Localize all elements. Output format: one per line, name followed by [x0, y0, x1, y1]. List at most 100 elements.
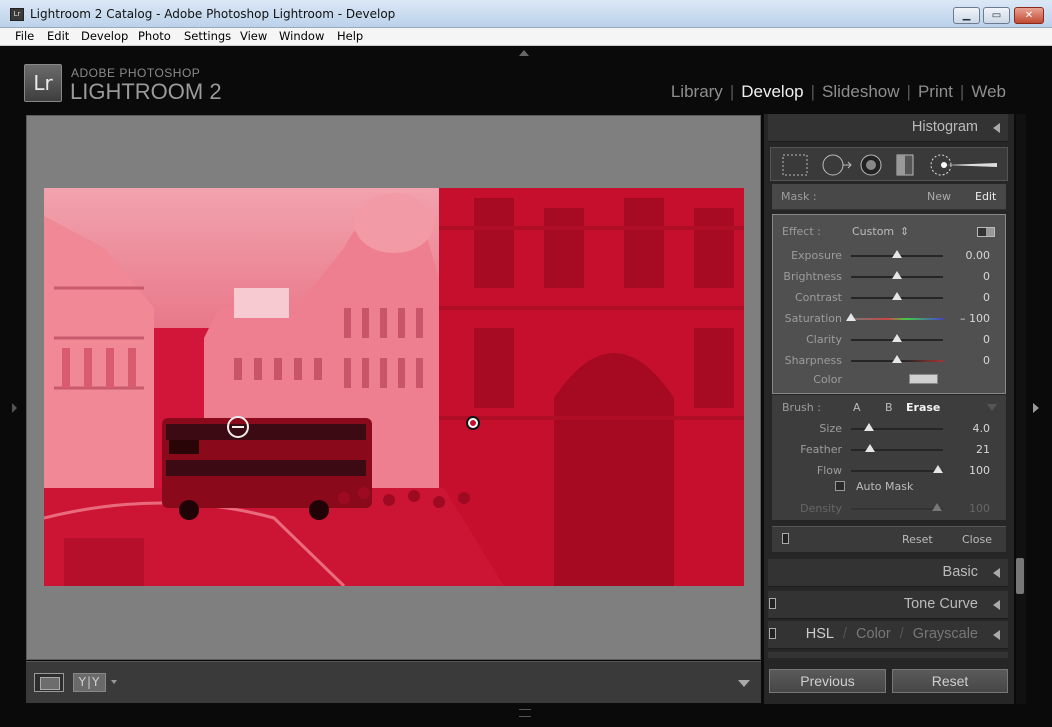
clarity-slider-thumb[interactable]	[892, 334, 902, 342]
previous-button[interactable]: Previous	[769, 669, 886, 693]
saturation-value[interactable]: – 100	[950, 312, 990, 325]
brush-panel-collapse-icon[interactable]	[987, 404, 997, 411]
tone-curve-title: Tone Curve	[903, 596, 978, 612]
brush-b-button[interactable]: B	[885, 401, 893, 414]
hsl-panel-header[interactable]: HSL / Color / Grayscale	[768, 621, 1008, 649]
collapse-histogram-icon	[993, 123, 1000, 133]
basic-title: Basic	[942, 564, 978, 580]
tool-enable-toggle[interactable]	[782, 533, 789, 544]
brightness-label: Brightness	[783, 270, 842, 283]
maximize-button[interactable]: ▭	[983, 7, 1010, 24]
menu-edit[interactable]: Edit	[47, 29, 69, 43]
spot-removal-icon[interactable]	[822, 154, 844, 176]
module-print[interactable]: Print	[918, 82, 953, 101]
contrast-label: Contrast	[794, 291, 842, 304]
hsl-separator: /	[899, 626, 904, 642]
exposure-value[interactable]: 0.00	[950, 249, 991, 262]
menu-photo[interactable]: Photo	[138, 29, 171, 43]
density-label: Density	[800, 502, 842, 515]
mask-new-button[interactable]: New	[927, 190, 951, 203]
module-web[interactable]: Web	[971, 82, 1006, 101]
menu-file[interactable]: File	[15, 29, 34, 43]
before-after-dropdown-icon[interactable]	[111, 680, 117, 684]
contrast-slider-thumb[interactable]	[892, 292, 902, 300]
module-picker: Library | Develop | Slideshow | Print | Web	[670, 82, 1006, 101]
right-panel-scrollbar[interactable]	[1016, 114, 1026, 704]
flow-slider-thumb[interactable]	[933, 465, 943, 473]
grayscale-tab[interactable]: Grayscale	[913, 626, 978, 642]
effect-panel-switch[interactable]	[977, 227, 995, 237]
feather-label: Feather	[800, 443, 842, 456]
histogram-panel-header[interactable]: Histogram	[768, 114, 1008, 142]
clarity-value[interactable]: 0	[950, 333, 990, 346]
tool-close-button[interactable]: Close	[962, 533, 992, 546]
module-develop[interactable]: Develop	[741, 82, 803, 101]
module-slideshow[interactable]: Slideshow	[822, 82, 900, 101]
brightness-value[interactable]: 0	[950, 270, 990, 283]
mask-label: Mask :	[781, 190, 817, 203]
module-library[interactable]: Library	[671, 82, 723, 101]
sharpness-value[interactable]: 0	[950, 354, 990, 367]
expand-basic-icon	[993, 568, 1000, 578]
histogram-title: Histogram	[911, 119, 978, 135]
brightness-slider-thumb[interactable]	[892, 271, 902, 279]
size-value[interactable]: 4.0	[950, 422, 991, 435]
close-window-button[interactable]: ✕	[1014, 7, 1044, 24]
menu-help[interactable]: Help	[337, 29, 363, 43]
toolbar-menu-arrow-icon[interactable]	[738, 680, 750, 687]
panel-end-strip	[768, 652, 1008, 658]
hsl-tab[interactable]: HSL	[806, 626, 834, 642]
saturation-slider[interactable]	[851, 318, 943, 320]
exposure-label: Exposure	[791, 249, 842, 262]
basic-panel-header[interactable]: Basic	[768, 559, 1008, 587]
exposure-slider-thumb[interactable]	[892, 250, 902, 258]
reset-button[interactable]: Reset	[892, 669, 1008, 693]
right-panel-scroll-thumb[interactable]	[1016, 558, 1024, 594]
brush-a-button[interactable]: A	[853, 401, 861, 414]
photo-with-mask-overlay[interactable]	[44, 188, 744, 586]
menu-window[interactable]: Window	[279, 29, 324, 43]
effect-label: Effect :	[782, 225, 821, 238]
tone-curve-panel-header[interactable]: Tone Curve	[768, 591, 1008, 619]
menu-view[interactable]: View	[240, 29, 267, 43]
sharpness-slider-thumb[interactable]	[892, 355, 902, 363]
tool-reset-button[interactable]: Reset	[902, 533, 933, 546]
saturation-slider-thumb[interactable]	[846, 313, 856, 321]
tool-icons	[782, 154, 997, 176]
menu-settings[interactable]: Settings	[184, 29, 231, 43]
flow-slider[interactable]	[851, 470, 943, 472]
expand-hsl-icon	[993, 630, 1000, 640]
brush-erase-button[interactable]: Erase	[906, 401, 940, 414]
left-panel-toggle-arrow[interactable]	[12, 403, 17, 413]
sharpness-label: Sharpness	[784, 354, 842, 367]
mask-edit-button[interactable]: Edit	[975, 190, 996, 203]
color-swatch[interactable]	[909, 374, 938, 384]
color-tab[interactable]: Color	[856, 626, 891, 642]
density-slider	[851, 508, 943, 510]
crop-tool-icon[interactable]	[782, 154, 808, 176]
brush-label: Brush :	[782, 401, 821, 414]
feather-slider-thumb[interactable]	[865, 444, 875, 452]
tone-curve-toggle[interactable]	[769, 598, 776, 609]
right-panel-toggle-arrow[interactable]	[1033, 403, 1039, 413]
size-label: Size	[819, 422, 842, 435]
minimize-button[interactable]: ▁	[953, 7, 980, 24]
flow-value[interactable]: 100	[950, 464, 990, 477]
before-after-button[interactable]: Y|Y	[73, 673, 106, 692]
size-slider-thumb[interactable]	[864, 423, 874, 431]
contrast-value[interactable]: 0	[950, 291, 990, 304]
lightroom-logo: Lr	[24, 64, 62, 102]
loupe-view-button[interactable]	[34, 673, 64, 692]
flow-label: Flow	[816, 464, 842, 477]
clarity-label: Clarity	[806, 333, 842, 346]
auto-mask-checkbox[interactable]	[835, 481, 845, 491]
hsl-toggle[interactable]	[769, 628, 776, 639]
filmstrip-toggle-arrow[interactable]	[519, 709, 531, 717]
effect-preset-arrows-icon: ⇕	[900, 225, 910, 238]
top-panel-toggle-arrow[interactable]	[519, 50, 529, 56]
hsl-separator: /	[843, 626, 848, 642]
saturation-label: Saturation	[784, 312, 842, 325]
effect-preset-select[interactable]: Custom	[852, 225, 894, 238]
menu-develop[interactable]: Develop	[81, 29, 128, 43]
feather-value[interactable]: 21	[950, 443, 990, 456]
